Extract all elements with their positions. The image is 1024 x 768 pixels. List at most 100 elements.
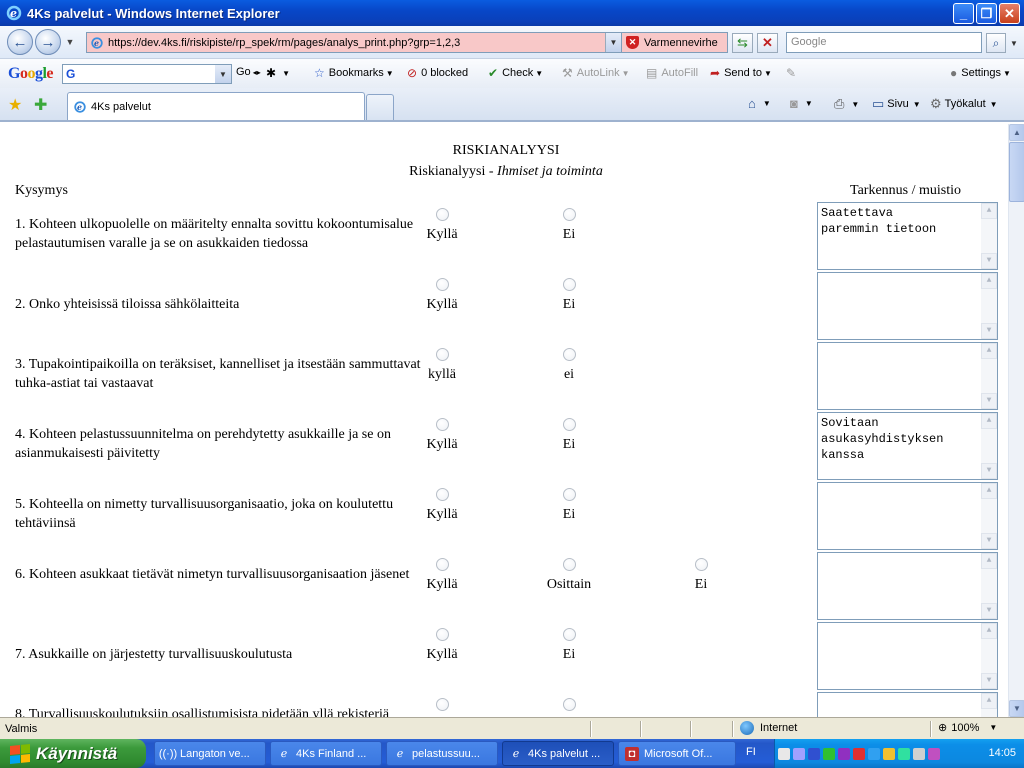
google-search-dropdown[interactable]: ▼ (215, 65, 231, 83)
taskbar-button-4ks-palvelut[interactable]: ℯ 4Ks palvelut ... (502, 741, 614, 766)
search-options-dropdown[interactable]: ▼ (1008, 33, 1020, 53)
popup-blocker-button[interactable]: ⊘ 0 blocked (407, 66, 468, 80)
scroll-down-arrow-icon[interactable]: ▼ (981, 253, 997, 269)
search-input[interactable]: Google (786, 32, 982, 53)
spellcheck-button[interactable]: ✔ Check ▼ (488, 66, 543, 80)
answer-radio[interactable] (562, 698, 576, 711)
answer-radio[interactable] (435, 558, 449, 571)
taskbar-button-4ks-finland[interactable]: ℯ 4Ks Finland ... (270, 741, 382, 766)
address-url[interactable]: https://dev.4ks.fi/riskipiste/rp_spek/rm… (108, 37, 605, 49)
scroll-up-arrow-icon[interactable]: ▲ (981, 483, 997, 499)
language-indicator[interactable]: FI (746, 746, 756, 758)
page-scrollbar[interactable]: ▲ ▼ (1008, 124, 1024, 717)
notes-textarea[interactable]: ▲▼ (817, 342, 998, 410)
app-tray-icon[interactable] (928, 747, 940, 760)
volume-icon[interactable] (913, 747, 925, 760)
answer-radio[interactable] (562, 558, 576, 571)
add-favorite-icon[interactable]: ✚ (34, 95, 47, 115)
taskbar-button-pelastussuunnitelma[interactable]: ℯ pelastussuu... (386, 741, 498, 766)
textarea-scrollbar[interactable]: ▲▼ (981, 343, 997, 409)
answer-radio[interactable] (694, 558, 708, 571)
scroll-down-arrow-icon[interactable]: ▼ (981, 323, 997, 339)
sync-icon[interactable] (868, 747, 880, 760)
answer-radio[interactable] (435, 628, 449, 641)
certificate-error-button[interactable]: ✕ Varmennevirhe (622, 32, 728, 53)
bluetooth-icon[interactable] (808, 747, 820, 760)
send-to-button[interactable]: ➦ Send to ▼ (710, 66, 772, 80)
history-dropdown-button[interactable]: ▼ (63, 37, 77, 47)
answer-radio[interactable] (562, 418, 576, 431)
scroll-up-arrow-icon[interactable]: ▲ (981, 273, 997, 289)
home-button[interactable]: ⌂ ▼ (748, 96, 771, 111)
favorites-star-icon[interactable]: ★ (8, 95, 22, 115)
scroll-thumb[interactable] (1009, 142, 1024, 202)
monitor-icon[interactable] (793, 747, 805, 760)
notes-textarea[interactable]: ▲▼ (817, 692, 998, 717)
autolink-button[interactable]: ⚒ AutoLink ▼ (562, 66, 630, 80)
address-bar[interactable]: e https://dev.4ks.fi/riskipiste/rp_spek/… (86, 32, 622, 53)
taskbar-button-wireless[interactable]: ((·)) Langaton ve... (154, 741, 266, 766)
google-go-button[interactable]: Go ◂▸ (236, 66, 261, 78)
scroll-down-button[interactable]: ▼ (1009, 700, 1024, 717)
new-tab-button[interactable] (366, 94, 394, 120)
back-button[interactable]: ← (7, 29, 33, 55)
notes-textarea[interactable]: ▲▼ (817, 482, 998, 550)
alert-icon[interactable] (853, 747, 865, 760)
notes-textarea[interactable]: Sovitaan asukasyhdistyksen kanssa ▲ ▼ (817, 412, 998, 480)
security-zone[interactable]: Internet (740, 721, 797, 735)
answer-radio[interactable] (562, 488, 576, 501)
answer-radio[interactable] (435, 208, 449, 221)
textarea-scrollbar[interactable]: ▲▼ (981, 413, 997, 479)
tools-menu-button[interactable]: ⚙ Työkalut ▼ (930, 96, 998, 112)
stop-button[interactable]: ✕ (757, 33, 778, 53)
answer-radio[interactable] (435, 488, 449, 501)
search-button[interactable]: ⌕ (986, 33, 1006, 53)
minimize-button[interactable]: _ (953, 3, 974, 24)
forward-button[interactable]: → (35, 29, 61, 55)
answer-radio[interactable] (435, 418, 449, 431)
page-menu-button[interactable]: ▭ Sivu ▼ (872, 96, 921, 112)
answer-radio[interactable] (562, 208, 576, 221)
start-button[interactable]: Käynnistä (0, 739, 146, 768)
google-search-input[interactable]: G ▼ (62, 64, 232, 84)
maximize-button[interactable]: ❐ (976, 3, 997, 24)
textarea-scrollbar[interactable]: ▲▼ (981, 273, 997, 339)
scroll-up-arrow-icon[interactable]: ▲ (981, 203, 997, 219)
network-icon[interactable] (778, 747, 790, 760)
answer-radio[interactable] (562, 628, 576, 641)
usb-icon[interactable] (898, 747, 910, 760)
textarea-scrollbar[interactable]: ▲▼ (981, 693, 997, 717)
answer-radio[interactable] (435, 698, 449, 711)
notes-textarea[interactable]: ▲▼ (817, 272, 998, 340)
scroll-up-arrow-icon[interactable]: ▲ (981, 553, 997, 569)
close-button[interactable]: ✕ (999, 3, 1020, 24)
battery-icon[interactable] (883, 747, 895, 760)
puzzle-menu-button[interactable]: ✱ ▼ (266, 66, 290, 80)
tab-4ks-palvelut[interactable]: e 4Ks palvelut (67, 92, 365, 120)
textarea-scrollbar[interactable]: ▲▼ (981, 203, 997, 269)
notes-textarea[interactable]: Saatettava paremmin tietoon ▲ ▼ (817, 202, 998, 270)
scroll-up-arrow-icon[interactable]: ▲ (981, 623, 997, 639)
window-title-bar[interactable]: e 4Ks palvelut - Windows Internet Explor… (0, 0, 1024, 26)
bookmarks-button[interactable]: ☆ Bookmarks ▼ (314, 66, 394, 80)
notes-textarea[interactable]: ▲▼ (817, 622, 998, 690)
answer-radio[interactable] (562, 278, 576, 291)
feeds-button[interactable]: ◙ ▼ (790, 96, 813, 111)
scroll-down-arrow-icon[interactable]: ▼ (981, 533, 997, 549)
answer-radio[interactable] (435, 348, 449, 361)
scroll-down-arrow-icon[interactable]: ▼ (981, 463, 997, 479)
highlight-button[interactable]: ✎ (786, 66, 800, 80)
scroll-down-arrow-icon[interactable]: ▼ (981, 603, 997, 619)
settings-button[interactable]: ● Settings ▼ (950, 66, 1011, 80)
google-logo[interactable]: Google (8, 65, 53, 83)
notes-textarea[interactable]: ▲▼ (817, 552, 998, 620)
scroll-up-arrow-icon[interactable]: ▲ (981, 343, 997, 359)
autofill-button[interactable]: ▤ AutoFill (646, 66, 698, 80)
refresh-button[interactable]: ⇆ (732, 33, 753, 53)
scroll-down-arrow-icon[interactable]: ▼ (981, 393, 997, 409)
scroll-up-arrow-icon[interactable]: ▲ (981, 693, 997, 709)
antivirus-icon[interactable] (838, 747, 850, 760)
textarea-scrollbar[interactable]: ▲▼ (981, 623, 997, 689)
scroll-up-arrow-icon[interactable]: ▲ (981, 413, 997, 429)
scroll-down-arrow-icon[interactable]: ▼ (981, 673, 997, 689)
